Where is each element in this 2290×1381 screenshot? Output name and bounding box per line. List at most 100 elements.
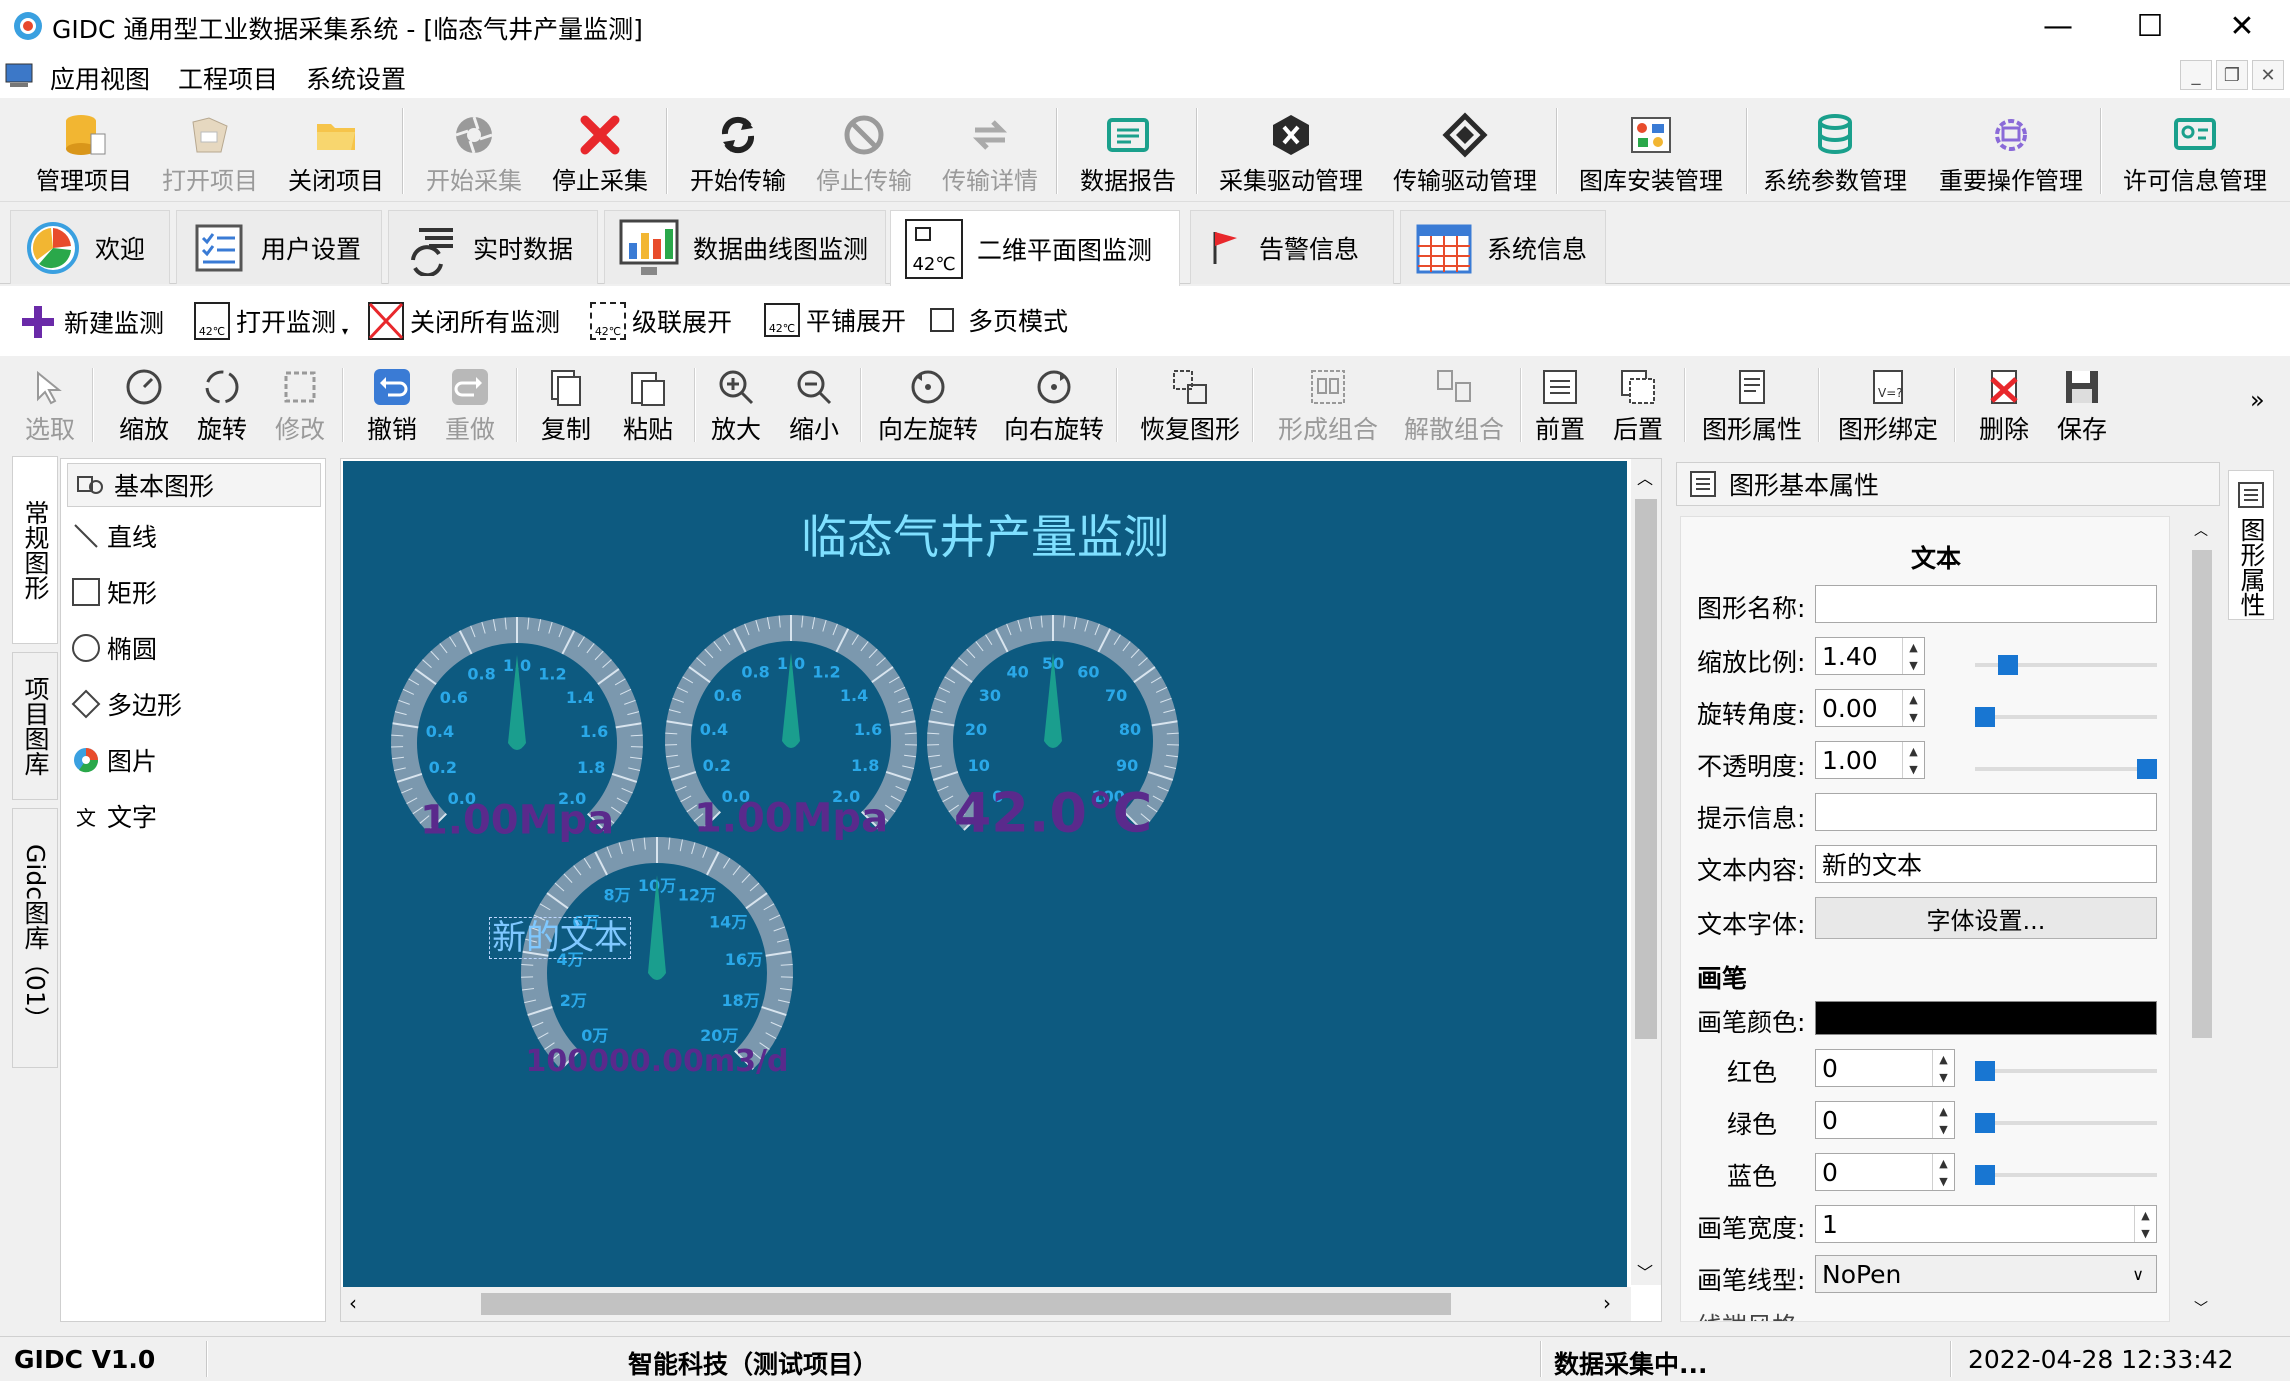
ungroup-button[interactable]: 解散组合 <box>1394 362 1514 446</box>
spin-arrows-icon[interactable]: ▲ ▼ <box>1932 1050 1954 1086</box>
tile-button[interactable]: 42℃ 平铺展开 <box>764 302 906 338</box>
library-install-button[interactable]: 图库安装管理 <box>1576 104 1726 196</box>
scale-slider-handle[interactable] <box>1997 655 2018 675</box>
shape-image[interactable]: 图片 <box>71 737 157 783</box>
toolbar-overflow-button[interactable]: » <box>2250 386 2265 414</box>
rotate-tool-button[interactable]: 旋转 <box>190 362 254 446</box>
red-slider[interactable] <box>1975 1061 2157 1081</box>
spin-arrows-icon[interactable]: ▲ ▼ <box>2134 1206 2156 1242</box>
transfer-detail-button[interactable]: 传输详情 <box>940 104 1040 196</box>
right-tab-shape-props[interactable]: 图形属性 <box>2228 470 2274 620</box>
canvas-vertical-scrollbar[interactable]: ︿ ﹀ <box>1631 459 1661 1285</box>
scroll-up-icon[interactable]: ︿ <box>1637 465 1653 489</box>
new-monitor-button[interactable]: 新建监测 <box>18 302 164 342</box>
bring-front-button[interactable]: 前置 <box>1528 362 1592 446</box>
scale-slider[interactable] <box>1975 655 2157 675</box>
cascade-button[interactable]: 42℃ 级联展开 <box>590 302 732 340</box>
restore-shape-button[interactable]: 恢复图形 <box>1130 362 1250 446</box>
collect-driver-button[interactable]: 采集驱动管理 <box>1216 104 1366 196</box>
red-spinbox[interactable]: 0 ▲ ▼ <box>1815 1049 1955 1087</box>
send-back-button[interactable]: 后置 <box>1606 362 1670 446</box>
rotate-slider-handle[interactable] <box>1975 707 1995 727</box>
spin-arrows-icon[interactable]: ▲ ▼ <box>1902 638 1924 674</box>
delete-button[interactable]: 删除 <box>1972 362 2036 446</box>
tab-user-settings[interactable]: 用户设置 <box>176 210 382 284</box>
tab-2d-monitor[interactable]: 42℃ 二维平面图监测 <box>890 210 1180 286</box>
group-button[interactable]: 形成组合 <box>1268 362 1388 446</box>
rotate-right-button[interactable]: 向右旋转 <box>994 362 1114 446</box>
important-ops-button[interactable]: 重要操作管理 <box>1936 104 2086 196</box>
blue-slider[interactable] <box>1975 1165 2157 1185</box>
system-params-button[interactable]: 系统参数管理 <box>1760 104 1910 196</box>
checkbox-box[interactable] <box>930 308 954 332</box>
tab-gidc-library[interactable]: Gidc图库（01） <box>12 808 58 1068</box>
shape-ellipse[interactable]: 椭圆 <box>71 625 157 671</box>
spin-arrows-icon[interactable]: ▲ ▼ <box>1902 690 1924 726</box>
scale-spinbox[interactable]: 1.40 ▲ ▼ <box>1815 637 1925 675</box>
transfer-driver-button[interactable]: 传输驱动管理 <box>1390 104 1540 196</box>
minimize-button[interactable]: — <box>2012 0 2104 52</box>
license-button[interactable]: 许可信息管理 <box>2120 104 2270 196</box>
tab-alarm[interactable]: 告警信息 <box>1190 210 1394 284</box>
rotate-slider[interactable] <box>1975 707 2157 727</box>
data-report-button[interactable]: 数据报告 <box>1078 104 1178 196</box>
property-scrollbar[interactable]: ︿ ﹀ <box>2188 516 2216 1322</box>
mdi-close-button[interactable]: ✕ <box>2252 60 2284 90</box>
tip-input[interactable] <box>1815 793 2157 831</box>
vertical-scroll-thumb[interactable] <box>1635 499 1657 1039</box>
scroll-down-icon[interactable]: ﹀ <box>1637 1259 1653 1283</box>
scroll-down-icon[interactable]: ﹀ <box>2194 1298 2208 1318</box>
tab-common-shapes[interactable]: 常规图形 <box>12 456 58 644</box>
pen-color-swatch[interactable] <box>1815 1001 2157 1035</box>
tab-project-library[interactable]: 项目图库 <box>12 652 58 800</box>
manage-project-button[interactable]: 管理项目 <box>34 104 134 196</box>
select-tool-button[interactable]: 选取 <box>18 362 82 446</box>
blue-slider-handle[interactable] <box>1975 1165 1995 1185</box>
monitor-canvas[interactable]: 临态气井产量监测 0.00.20.40.60.81.01.21.41.61.82… <box>343 461 1627 1287</box>
menu-project[interactable]: 工程项目 <box>178 60 278 96</box>
paste-button[interactable]: 粘贴 <box>616 362 680 446</box>
open-monitor-button[interactable]: 42℃ 打开监测 ▾ <box>194 302 348 340</box>
stop-transfer-button[interactable]: 停止传输 <box>814 104 914 196</box>
pen-width-spinbox[interactable]: 1 ▲ ▼ <box>1815 1205 2157 1243</box>
spin-arrows-icon[interactable]: ▲ ▼ <box>1932 1102 1954 1138</box>
tab-welcome[interactable]: 欢迎 <box>10 210 170 284</box>
pen-style-select[interactable]: NoPen ∨ <box>1815 1255 2157 1293</box>
green-spinbox[interactable]: 0 ▲ ▼ <box>1815 1101 1955 1139</box>
canvas-horizontal-scrollbar[interactable]: ‹ › <box>341 1287 1631 1321</box>
shape-line[interactable]: 直线 <box>71 513 157 559</box>
opacity-spinbox[interactable]: 1.00 ▲ ▼ <box>1815 741 1925 779</box>
font-settings-button[interactable]: 字体设置... <box>1815 897 2157 939</box>
shape-text[interactable]: 文文字 <box>71 793 157 839</box>
maximize-button[interactable]: ☐ <box>2104 0 2196 52</box>
redo-button[interactable]: 重做 <box>438 362 502 446</box>
start-collect-button[interactable]: 开始采集 <box>424 104 524 196</box>
blue-spinbox[interactable]: 0 ▲ ▼ <box>1815 1153 1955 1191</box>
stop-collect-button[interactable]: 停止采集 <box>550 104 650 196</box>
scroll-up-icon[interactable]: ︿ <box>2194 520 2208 540</box>
tab-realtime[interactable]: 实时数据 <box>388 210 598 284</box>
shape-polygon[interactable]: 多边形 <box>71 681 182 727</box>
horizontal-scroll-thumb[interactable] <box>481 1293 1451 1315</box>
opacity-slider-handle[interactable] <box>2137 759 2157 779</box>
tab-system-info[interactable]: 系统信息 <box>1400 210 1606 284</box>
menu-system-settings[interactable]: 系统设置 <box>306 60 406 96</box>
mdi-system-icon[interactable] <box>4 60 34 90</box>
start-transfer-button[interactable]: 开始传输 <box>688 104 788 196</box>
scroll-left-icon[interactable]: ‹ <box>349 1291 357 1315</box>
tab-chart-monitor[interactable]: 数据曲线图监测 <box>604 210 886 284</box>
mdi-restore-button[interactable]: ❐ <box>2216 60 2248 90</box>
modify-tool-button[interactable]: 修改 <box>268 362 332 446</box>
spin-arrows-icon[interactable]: ▲ ▼ <box>1932 1154 1954 1190</box>
save-button[interactable]: 保存 <box>2050 362 2114 446</box>
scroll-right-icon[interactable]: › <box>1603 1291 1611 1315</box>
mdi-minimize-button[interactable]: _ <box>2180 60 2212 90</box>
red-slider-handle[interactable] <box>1975 1061 1995 1081</box>
name-input[interactable] <box>1815 585 2157 623</box>
rotate-spinbox[interactable]: 0.00 ▲ ▼ <box>1815 689 1925 727</box>
shape-bind-button[interactable]: V=? 图形绑定 <box>1838 362 1938 446</box>
multipage-checkbox[interactable]: 多页模式 <box>930 302 1068 338</box>
scale-tool-button[interactable]: 缩放 <box>112 362 176 446</box>
green-slider[interactable] <box>1975 1113 2157 1133</box>
undo-button[interactable]: 撤销 <box>360 362 424 446</box>
